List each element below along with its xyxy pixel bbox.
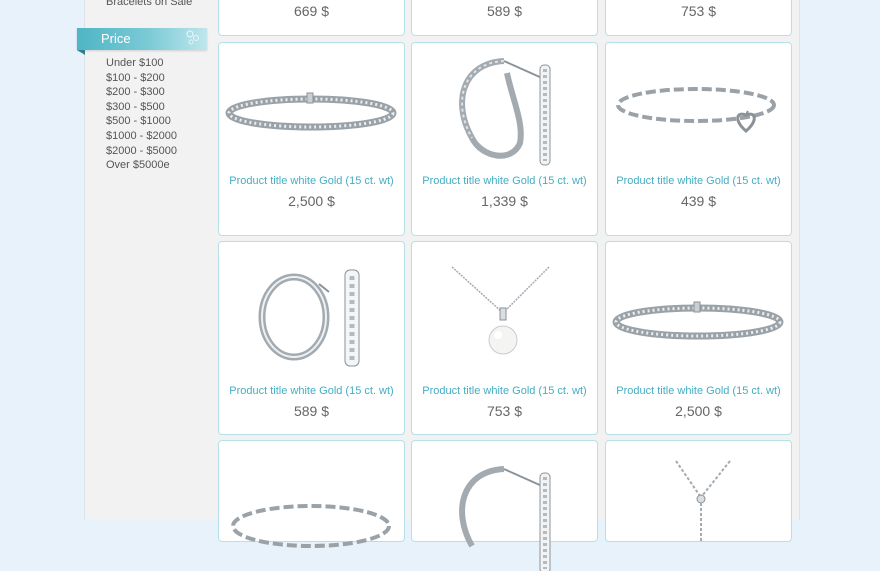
product-price: 1,339 $ — [481, 193, 528, 209]
product-price: 439 $ — [680, 193, 717, 209]
price-range-100-200[interactable]: $100 - $200 — [106, 71, 177, 86]
product-price: 753 $ — [486, 403, 523, 419]
ribbon-fold — [77, 50, 85, 55]
product-card[interactable] — [605, 440, 792, 542]
product-price: 2,500 $ — [288, 193, 335, 209]
heart-charm-bracelet-icon[interactable] — [606, 43, 791, 173]
product-title-link[interactable]: Product title white Gold (15 ct. wt) — [412, 385, 597, 397]
price-range-500-1000[interactable]: $500 - $1000 — [106, 114, 177, 129]
product-title-link[interactable]: Product title white Gold (15 ct. wt) — [219, 175, 404, 187]
bracelets-on-sale-link[interactable]: Bracelets on Sale — [106, 0, 192, 8]
product-title-link[interactable]: Product title white Gold (15 ct. wt) — [606, 175, 791, 187]
product-card[interactable]: Product title white Gold (15 ct. wt) 439… — [605, 42, 792, 236]
huggie-earrings-icon[interactable] — [412, 441, 597, 571]
product-price: 589 $ — [486, 3, 523, 19]
product-title-link[interactable]: Product title white Gold (15 ct. wt) — [606, 385, 791, 397]
hoop-earrings-icon[interactable] — [219, 242, 404, 372]
sidebar: Bracelets on Sale Price Under $100 $100 … — [77, 0, 215, 520]
tennis-bracelet-icon[interactable] — [219, 43, 404, 173]
product-card[interactable] — [411, 440, 598, 571]
product-title-link[interactable]: Product title white Gold (15 ct. wt) — [219, 385, 404, 397]
product-card[interactable]: 753 $ — [605, 0, 792, 36]
tennis-bracelet-icon[interactable] — [606, 242, 791, 372]
page-container: Bracelets on Sale Price Under $100 $100 … — [77, 0, 800, 571]
product-card[interactable]: Product title white Gold (15 ct. wt) 589… — [218, 241, 405, 435]
sparkle-icon — [186, 30, 199, 45]
lariat-necklace-icon[interactable] — [606, 441, 791, 571]
product-price: 589 $ — [293, 403, 330, 419]
product-price: 669 $ — [293, 3, 330, 19]
product-card[interactable]: Product title white Gold (15 ct. wt) 1,3… — [411, 42, 598, 236]
product-price: 2,500 $ — [675, 403, 722, 419]
price-range-300-500[interactable]: $300 - $500 — [106, 100, 177, 115]
price-range-list: Under $100 $100 - $200 $200 - $300 $300 … — [106, 56, 177, 173]
product-card[interactable] — [218, 440, 405, 548]
huggie-earrings-icon[interactable] — [412, 43, 597, 173]
price-range-2000-5000[interactable]: $2000 - $5000 — [106, 144, 177, 159]
pearl-pendant-icon[interactable] — [412, 242, 597, 372]
product-card[interactable]: Product title white Gold (15 ct. wt) 2,5… — [605, 241, 792, 435]
price-range-200-300[interactable]: $200 - $300 — [106, 85, 177, 100]
price-heading-label: Price — [101, 31, 131, 46]
product-title-link[interactable]: Product title white Gold (15 ct. wt) — [412, 175, 597, 187]
price-range-1000-2000[interactable]: $1000 - $2000 — [106, 129, 177, 144]
chain-bracelet-icon[interactable] — [219, 441, 404, 571]
price-range-over-5000[interactable]: Over $5000e — [106, 158, 177, 173]
product-price: 753 $ — [680, 3, 717, 19]
product-card[interactable]: Product title white Gold (15 ct. wt) 753… — [411, 241, 598, 435]
product-card[interactable]: 589 $ — [411, 0, 598, 36]
price-filter-heading: Price — [77, 28, 207, 55]
product-grid: 669 $ 589 $ 753 $ Product title white Go… — [218, 0, 796, 571]
product-card[interactable]: Product title white Gold (15 ct. wt) 2,5… — [218, 42, 405, 236]
product-card[interactable]: 669 $ — [218, 0, 405, 36]
price-range-under-100[interactable]: Under $100 — [106, 56, 177, 71]
